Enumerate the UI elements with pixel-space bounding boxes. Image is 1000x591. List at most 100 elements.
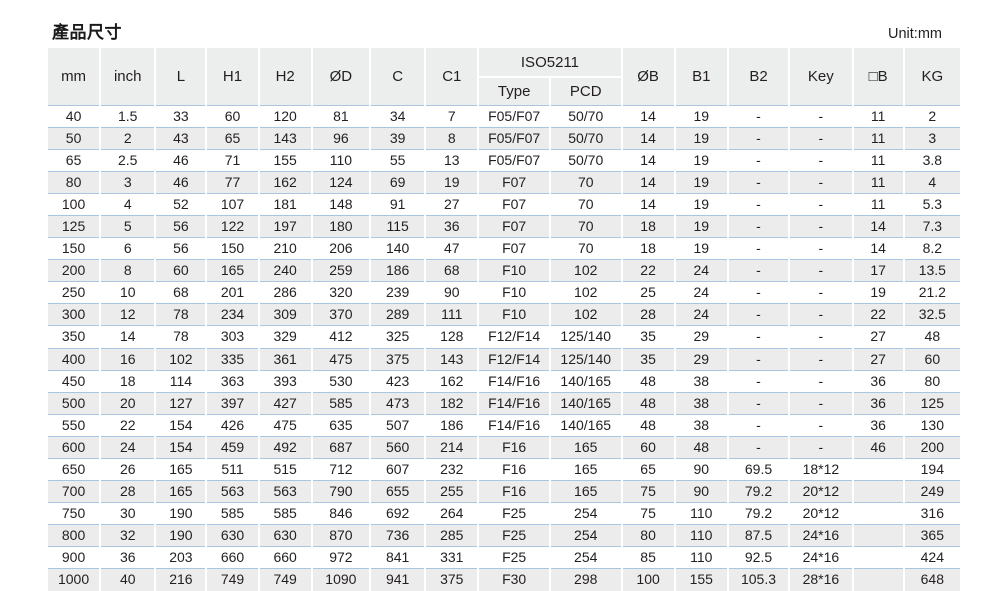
cell-C1: 375: [425, 568, 480, 591]
cell-B2: -: [727, 170, 791, 194]
cell-sqB: 14: [852, 214, 905, 238]
cell-B2: -: [727, 259, 791, 282]
cell-type: F10: [478, 259, 551, 282]
cell-type: F05/F07: [478, 104, 551, 128]
cell-Key: -: [789, 148, 854, 172]
cell-OD: 712: [311, 457, 372, 481]
cell-C: 39: [370, 126, 427, 150]
cell-mm: 300: [48, 303, 102, 326]
cell-B1: 110: [674, 546, 729, 569]
cell-OB: 35: [621, 325, 676, 349]
cell-B1: 19: [674, 104, 729, 128]
cell-OD: 370: [311, 303, 372, 326]
table-row: 250 10 68 201 286 320 239 90 F10 102 25 24- -19 21.2: [48, 281, 960, 304]
cell-type: F16: [478, 457, 551, 481]
cell-C: 560: [370, 435, 427, 459]
cell-type: F05/F07: [478, 148, 551, 172]
cell-inch: 5: [100, 214, 157, 238]
cell-sqB: [852, 480, 905, 503]
col-header-b1: B1: [674, 48, 729, 105]
cell-B2: 79.2: [727, 480, 791, 503]
cell-type: F05/F07: [478, 126, 551, 150]
cell-C: 473: [370, 391, 427, 415]
cell-KG: 648: [903, 568, 960, 591]
cell-H1: 165: [206, 259, 260, 282]
cell-type: F12/F14: [478, 347, 551, 371]
cell-OD: 585: [311, 391, 372, 415]
cell-mm: 400: [48, 347, 102, 371]
cell-C: 423: [370, 369, 427, 393]
cell-Key: -: [789, 192, 854, 216]
cell-H1: 150: [206, 237, 260, 260]
cell-mm: 100: [48, 192, 102, 216]
cell-B1: 90: [674, 457, 729, 481]
cell-mm: 450: [48, 369, 102, 393]
cell-KG: 3: [903, 126, 960, 150]
cell-H2: 120: [258, 104, 313, 128]
cell-mm: 200: [48, 259, 102, 282]
cell-OB: 28: [621, 303, 676, 326]
cell-Key: -: [789, 369, 854, 393]
cell-inch: 8: [100, 259, 157, 282]
cell-H2: 240: [258, 259, 313, 282]
cell-Key: -: [789, 237, 854, 260]
cell-pcd: 140/165: [549, 391, 623, 415]
cell-B2: -: [727, 347, 791, 371]
cell-type: F07: [478, 170, 551, 194]
cell-C: 55: [370, 148, 427, 172]
cell-inch: 2.5: [100, 148, 157, 172]
cell-sqB: 11: [852, 148, 905, 172]
cell-H2: 181: [258, 192, 313, 216]
cell-L: 203: [155, 546, 208, 569]
cell-H2: 143: [258, 126, 313, 150]
cell-Key: 24*16: [789, 524, 854, 547]
cell-H1: 426: [206, 413, 260, 437]
cell-pcd: 165: [549, 457, 623, 481]
cell-H2: 309: [258, 303, 313, 326]
cell-C: 325: [370, 325, 427, 349]
cell-Key: -: [789, 391, 854, 415]
cell-H1: 660: [206, 546, 260, 569]
cell-OB: 65: [621, 457, 676, 481]
cell-inch: 14: [100, 325, 157, 349]
col-header-ob: ØB: [621, 48, 676, 105]
cell-Key: -: [789, 435, 854, 459]
cell-KG: 249: [903, 480, 960, 503]
cell-C1: 285: [425, 524, 480, 547]
cell-L: 114: [155, 369, 208, 393]
cell-B2: -: [727, 148, 791, 172]
cell-B1: 48: [674, 435, 729, 459]
cell-type: F10: [478, 281, 551, 304]
table-row: 300 12 78 234 309 370 289 111 F10 102 28 24- -22 32.5: [48, 303, 960, 326]
cell-B1: 29: [674, 347, 729, 371]
cell-Key: -: [789, 413, 854, 437]
cell-B1: 19: [674, 126, 729, 150]
cell-OD: 320: [311, 281, 372, 304]
cell-inch: 20: [100, 391, 157, 415]
cell-Key: 18*12: [789, 457, 854, 481]
cell-mm: 80: [48, 170, 102, 194]
cell-mm: 500: [48, 391, 102, 415]
cell-inch: 6: [100, 237, 157, 260]
cell-L: 154: [155, 435, 208, 459]
cell-mm: 150: [48, 237, 102, 260]
cell-OB: 80: [621, 524, 676, 547]
cell-H1: 397: [206, 391, 260, 415]
cell-C1: 182: [425, 391, 480, 415]
cell-sqB: [852, 524, 905, 547]
cell-H2: 210: [258, 237, 313, 260]
cell-H1: 122: [206, 214, 260, 238]
cell-B2: -: [727, 237, 791, 260]
cell-OB: 18: [621, 237, 676, 260]
cell-C1: 8: [425, 126, 480, 150]
cell-H2: 585: [258, 502, 313, 525]
cell-type: F14/F16: [478, 391, 551, 415]
cell-B2: -: [727, 391, 791, 415]
cell-sqB: 27: [852, 325, 905, 349]
col-header-iso5211-group: ISO5211: [478, 48, 623, 78]
cell-inch: 16: [100, 347, 157, 371]
cell-H2: 749: [258, 568, 313, 591]
cell-mm: 700: [48, 480, 102, 503]
cell-B2: -: [727, 435, 791, 459]
cell-sqB: 36: [852, 413, 905, 437]
